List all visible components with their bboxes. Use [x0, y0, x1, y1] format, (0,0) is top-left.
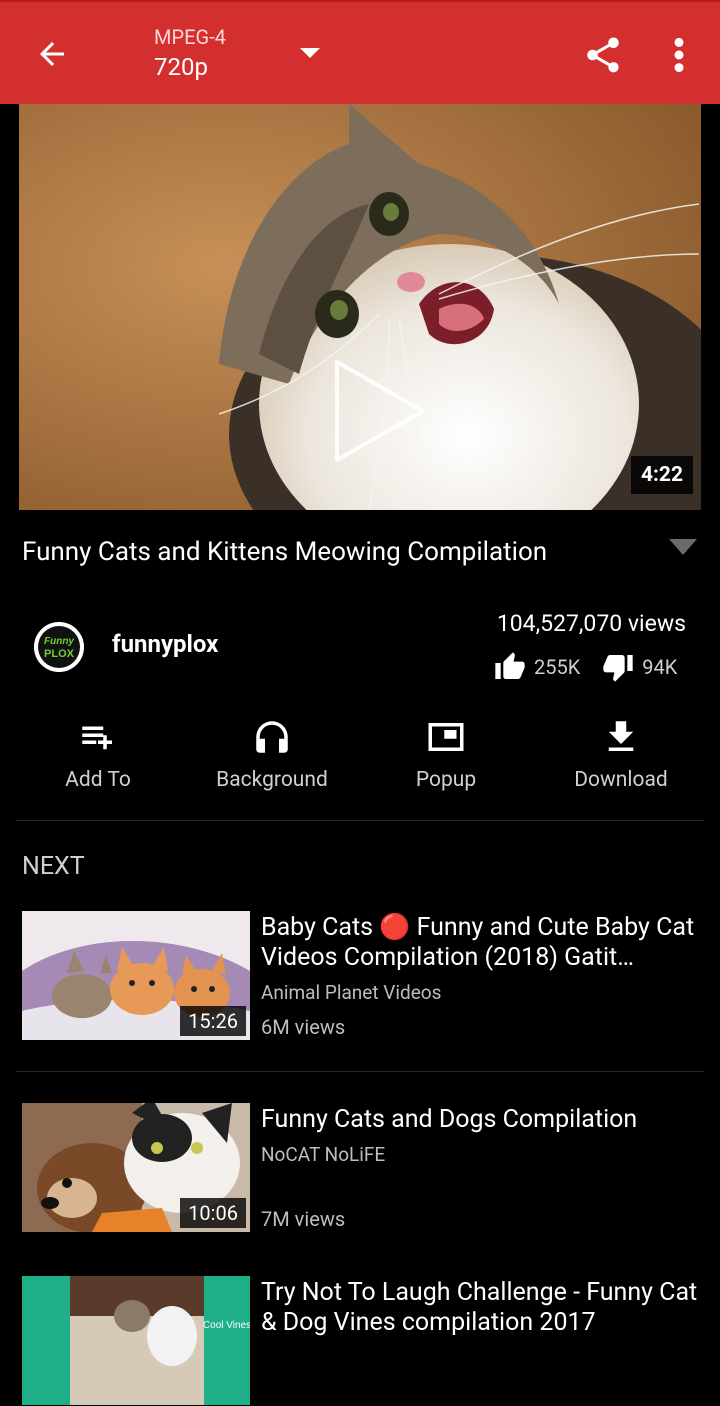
download-button[interactable]: Download	[531, 716, 711, 792]
background-label: Background	[216, 768, 328, 792]
recommended-views: 7M views	[261, 1207, 346, 1231]
thumbs-down-icon[interactable]	[602, 651, 634, 683]
play-icon[interactable]	[331, 356, 431, 466]
share-icon[interactable]	[582, 34, 624, 76]
channel-avatar[interactable]: Funny PLOX	[34, 622, 84, 672]
expand-description-icon[interactable]	[668, 538, 698, 556]
playlist-add-icon	[82, 726, 112, 750]
list-item[interactable]: Cool Vines Try Not To Laugh Challenge - …	[22, 1276, 712, 1406]
action-bar: Add To Background Popup Download	[0, 716, 720, 816]
headphones-icon	[256, 721, 288, 753]
more-options-icon[interactable]	[664, 34, 694, 76]
vines-logo-text: Cool Vines	[203, 1320, 250, 1331]
dislike-count: 94K	[642, 655, 678, 679]
recommended-title: Baby Cats 🔴 Funny and Cute Baby Cat Vide…	[261, 913, 695, 972]
channel-logo: Funny PLOX	[34, 622, 84, 672]
video-player[interactable]: 4:22	[19, 104, 701, 510]
view-count: 104,527,070 views	[496, 610, 686, 637]
divider	[16, 820, 704, 821]
format-selector[interactable]: MPEG-4 720p	[154, 24, 226, 84]
recommended-title: Try Not To Laugh Challenge - Funny Cat &…	[261, 1278, 698, 1337]
rating-row: 255K 94K	[494, 650, 677, 684]
like-count: 255K	[534, 655, 581, 679]
svg-text:Funny: Funny	[44, 636, 74, 647]
svg-text:PLOX: PLOX	[44, 648, 75, 660]
vines-image: Cool Vines	[22, 1276, 250, 1405]
recommended-thumbnail: 10:06	[22, 1103, 250, 1232]
recommended-thumbnail: 15:26	[22, 911, 250, 1040]
thumbs-up-icon[interactable]	[494, 651, 526, 683]
recommended-title: Funny Cats and Dogs Compilation	[261, 1105, 638, 1134]
format-label: MPEG-4	[154, 25, 226, 49]
popup-button[interactable]: Popup	[356, 716, 536, 792]
video-duration: 4:22	[630, 456, 693, 494]
add-to-button[interactable]: Add To	[8, 716, 188, 792]
download-icon	[608, 721, 634, 751]
popup-label: Popup	[415, 768, 477, 792]
recommended-duration: 10:06	[180, 1198, 246, 1228]
next-section-label: NEXT	[22, 852, 85, 881]
popup-icon	[428, 723, 464, 751]
dropdown-arrow-icon[interactable]	[300, 48, 320, 60]
background-button[interactable]: Background	[182, 716, 362, 792]
recommended-duration: 15:26	[180, 1006, 246, 1036]
recommended-views: 6M views	[261, 1015, 346, 1039]
recommended-channel: NoCAT NoLiFE	[261, 1143, 386, 1166]
download-label: Download	[574, 768, 668, 792]
list-item[interactable]: 10:06 Funny Cats and Dogs Compilation No…	[22, 1103, 712, 1233]
list-item[interactable]: 15:26 Baby Cats 🔴 Funny and Cute Baby Ca…	[22, 911, 712, 1041]
recommended-thumbnail: Cool Vines	[22, 1276, 250, 1405]
quality-label: 720p	[154, 53, 208, 81]
recommended-channel: Animal Planet Videos	[261, 981, 442, 1004]
top-app-bar: MPEG-4 720p	[0, 0, 720, 104]
channel-name[interactable]: funnyplox	[112, 630, 218, 658]
back-arrow-icon[interactable]	[34, 36, 70, 72]
video-title: Funny Cats and Kittens Meowing Compilati…	[22, 537, 548, 567]
divider	[16, 1071, 704, 1072]
add-to-label: Add To	[65, 768, 131, 792]
